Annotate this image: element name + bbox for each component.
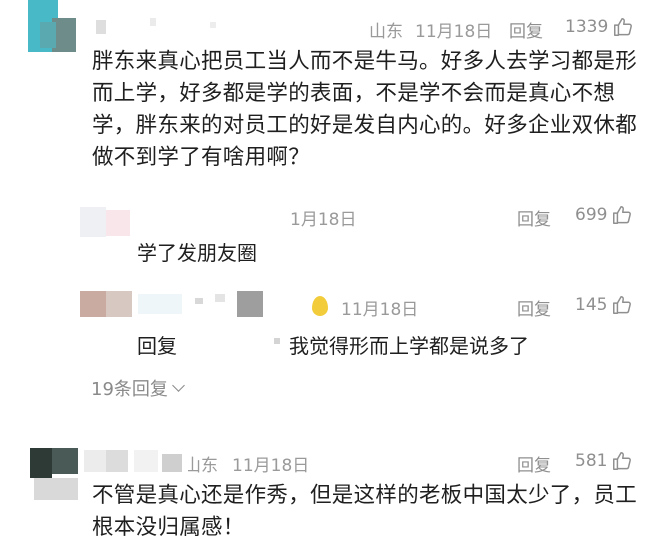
reply-prefix: 回复: [137, 334, 177, 358]
thumbs-up-icon: [613, 452, 632, 470]
comment-text: 不管是真心还是作秀，但是这样的老板中国太少了，员工根本没归属感！: [92, 483, 638, 540]
reply-text: 我觉得形而上学都是说多了: [289, 334, 529, 358]
user-badge-icon: [312, 296, 328, 316]
location: 山东: [369, 22, 403, 42]
reply-text: 学了发朋友圈: [137, 241, 257, 265]
location: 山东: [188, 456, 218, 476]
date: 1月18日: [290, 210, 357, 230]
like-button[interactable]: 1339: [565, 16, 634, 38]
date: 11月18日: [232, 456, 310, 476]
reply-button[interactable]: 回复: [517, 205, 551, 230]
thumbs-up-icon: [613, 206, 632, 224]
like-button[interactable]: 699: [575, 204, 633, 226]
thumbs-up-icon: [613, 296, 632, 314]
date: 11月18日: [415, 22, 493, 42]
reply-button[interactable]: 回复: [517, 295, 551, 320]
thumbs-up-icon: [614, 18, 633, 36]
like-count: 581: [575, 451, 608, 471]
reply-button[interactable]: 回复: [509, 17, 543, 42]
more-replies-label: 19条回复: [91, 379, 168, 400]
comment-meta: 山东 11月18日: [369, 17, 492, 42]
comment-meta: 山东 11月18日: [188, 451, 309, 476]
like-count: 145: [575, 295, 608, 315]
date: 11月18日: [341, 300, 419, 320]
comment-text: 胖东来真心把员工当人而不是牛马。好多人去学习都是形而上学，好多都是学的表面，不是…: [92, 49, 638, 170]
like-button[interactable]: 581: [575, 450, 633, 472]
more-replies-button[interactable]: 19条回复: [91, 375, 185, 401]
reply-button[interactable]: 回复: [517, 451, 551, 476]
like-button[interactable]: 145: [575, 294, 633, 316]
like-count: 1339: [565, 17, 609, 37]
like-count: 699: [575, 205, 608, 225]
chevron-down-icon: [172, 379, 185, 392]
